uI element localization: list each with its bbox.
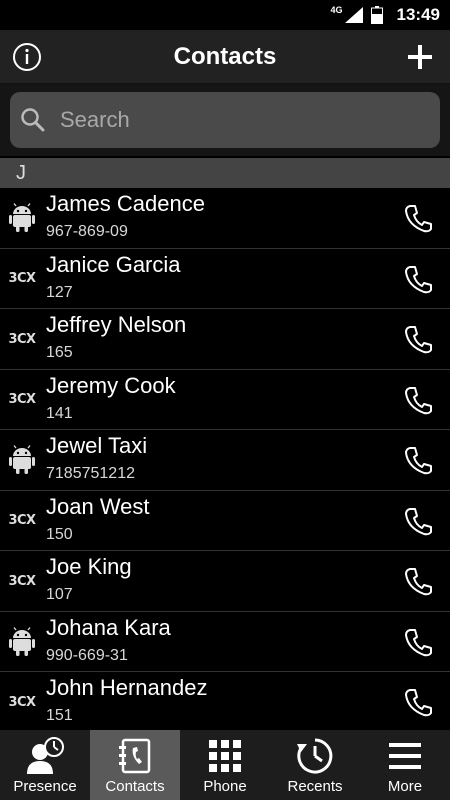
logo-3cx-icon: 3CX xyxy=(0,491,44,551)
bottom-nav: Presence Contacts Phone Recents More xyxy=(0,730,450,800)
logo-3cx-icon: 3CX xyxy=(0,249,44,309)
contact-name: Janice Garcia xyxy=(46,251,181,277)
contact-number: 967-869-09 xyxy=(46,223,128,240)
contact-row[interactable]: 3CX Joe King 107 xyxy=(0,551,450,612)
contact-row[interactable]: James Cadence 967-869-09 xyxy=(0,188,450,249)
tab-label: More xyxy=(387,778,423,795)
call-icon[interactable] xyxy=(404,687,434,717)
call-icon[interactable] xyxy=(404,506,434,536)
search-placeholder: Search xyxy=(60,107,130,132)
contacts-icon xyxy=(119,738,151,774)
contact-name: Johana Kara xyxy=(46,614,171,640)
contact-name: Joe King xyxy=(46,554,132,579)
tab-label: Presence xyxy=(13,778,77,795)
contact-row[interactable]: 3CX Joan West 150 xyxy=(0,490,450,551)
call-icon[interactable] xyxy=(404,264,434,294)
page-title: Contacts xyxy=(173,43,277,70)
signal-icon xyxy=(344,7,363,23)
status-bar: 4G 13:49 xyxy=(0,0,450,30)
presence-icon xyxy=(27,737,64,774)
plus-icon[interactable] xyxy=(404,41,436,73)
search-icon xyxy=(21,108,45,132)
tab-label: Phone xyxy=(203,778,247,795)
logo-3cx-icon: 3CX xyxy=(0,370,44,430)
network-type: 4G xyxy=(330,5,343,15)
contact-name: Joan West xyxy=(46,493,150,519)
contact-number: 141 xyxy=(46,404,73,422)
search-input[interactable]: Search xyxy=(10,92,440,148)
logo-3cx-text: 3CX xyxy=(8,513,36,528)
clock: 13:49 xyxy=(396,5,440,24)
contact-name: Jewel Taxi xyxy=(46,433,148,458)
contact-number: 150 xyxy=(46,525,73,543)
tab-contacts[interactable]: Contacts xyxy=(90,730,180,800)
logo-3cx-text: 3CX xyxy=(8,271,36,286)
tab-more[interactable]: More xyxy=(360,730,450,800)
contact-number: 151 xyxy=(46,707,73,724)
contact-number: 107 xyxy=(46,586,73,603)
contact-number: 990-669-31 xyxy=(46,646,128,664)
android-icon xyxy=(0,612,44,672)
contact-name: James Cadence xyxy=(46,191,205,216)
contact-row[interactable]: 3CX John Hernandez 151 xyxy=(0,672,450,730)
battery-icon xyxy=(370,6,383,24)
contact-row[interactable]: Johana Kara 990-669-31 xyxy=(0,611,450,672)
section-letter: J xyxy=(16,162,26,184)
logo-3cx-text: 3CX xyxy=(8,331,36,347)
contact-row[interactable]: Jewel Taxi 7185751212 xyxy=(0,430,450,491)
search-container: Search xyxy=(0,84,450,156)
logo-3cx-icon: 3CX xyxy=(0,309,44,369)
contact-row[interactable]: 3CX Janice Garcia 127 xyxy=(0,248,450,309)
android-icon xyxy=(0,430,44,490)
dialpad-icon xyxy=(209,740,241,772)
call-icon[interactable] xyxy=(404,203,434,233)
app-bar: Contacts xyxy=(0,30,450,84)
call-icon[interactable] xyxy=(404,627,434,657)
logo-3cx-text: 3CX xyxy=(8,392,36,407)
tab-presence[interactable]: Presence xyxy=(0,730,90,800)
contact-name: John Hernandez xyxy=(46,675,208,700)
contact-number: 127 xyxy=(46,283,73,301)
contact-number: 165 xyxy=(46,344,73,361)
logo-3cx-text: 3CX xyxy=(8,573,36,589)
contact-row[interactable]: 3CX Jeremy Cook 141 xyxy=(0,369,450,430)
tab-phone[interactable]: Phone xyxy=(180,730,270,800)
logo-3cx-icon: 3CX xyxy=(0,551,44,611)
tab-label: Contacts xyxy=(105,778,165,795)
call-icon[interactable] xyxy=(404,324,434,354)
android-icon xyxy=(0,188,44,248)
contact-name: Jeremy Cook xyxy=(46,372,176,398)
contact-number: 7185751212 xyxy=(46,465,135,482)
contact-row[interactable]: 3CX Jeffrey Nelson 165 xyxy=(0,309,450,370)
call-icon[interactable] xyxy=(404,566,434,596)
logo-3cx-text: 3CX xyxy=(8,694,36,710)
logo-3cx-icon: 3CX xyxy=(0,672,44,730)
tab-recents[interactable]: Recents xyxy=(270,730,360,800)
recents-icon xyxy=(297,738,333,774)
call-icon[interactable] xyxy=(404,385,434,415)
section-header: J xyxy=(0,158,450,188)
contact-list: James Cadence 967-869-09 3CX Janice Garcia 1… xyxy=(0,188,450,730)
menu-icon xyxy=(389,743,421,769)
call-icon[interactable] xyxy=(404,445,434,475)
tab-label: Recents xyxy=(287,778,343,795)
contact-name: Jeffrey Nelson xyxy=(46,312,187,337)
